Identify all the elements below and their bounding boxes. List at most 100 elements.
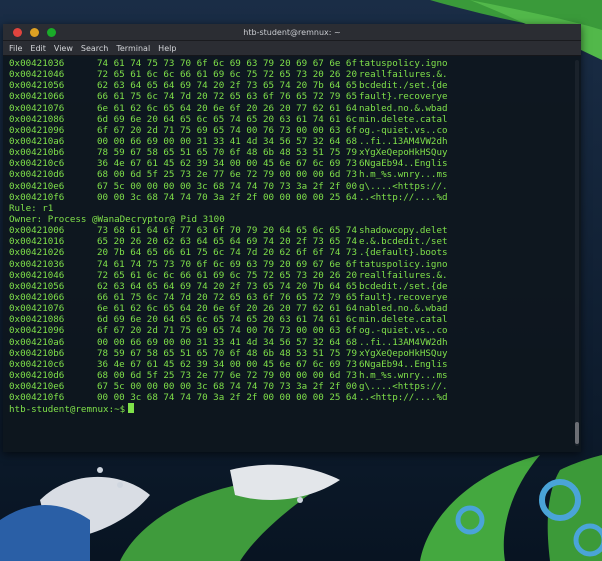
hexdump-hex: 00 00 66 69 00 00 31 33 41 4d 34 56 57 3… (97, 336, 357, 348)
hexdump-ascii: nabled.no.&.wbad (359, 102, 448, 114)
hexdump-ascii: reallfailures.&. (359, 69, 448, 81)
hexdump-addr: 0x00421036 (9, 258, 65, 270)
hexdump-hex: 67 5c 00 00 00 00 3c 68 74 74 70 73 3a 2… (97, 381, 357, 393)
hexdump-addr: 0x00421006 (9, 225, 65, 237)
hexdump-addr: 0x004210e6 (9, 180, 65, 192)
hexdump-row: 0x00421066 66 61 75 6c 74 7d 20 72 65 63 … (9, 91, 581, 102)
hexdump-addr: 0x004210b6 (9, 147, 65, 159)
hexdump-ascii: ..<http://....%d (359, 392, 448, 404)
hexdump-row: 0x00421006 73 68 61 64 6f 77 63 6f 70 79 … (9, 225, 581, 236)
hexdump-hex: 66 61 75 6c 74 7d 20 72 65 63 6f 76 65 7… (97, 291, 357, 303)
yara-owner-line: Owner: Process @WanaDecryptor@ Pid 3100 (9, 213, 225, 225)
terminal-scrollbar[interactable] (575, 60, 579, 446)
menu-help[interactable]: Help (158, 44, 176, 53)
hexdump-addr: 0x00421046 (9, 69, 65, 81)
hexdump-hex: 68 00 6d 5f 25 73 2e 77 6e 72 79 00 00 0… (97, 369, 357, 381)
hexdump-hex: 6f 67 20 2d 71 75 69 65 74 00 76 73 00 0… (97, 124, 357, 136)
hexdump-row: 0x00421096 6f 67 20 2d 71 75 69 65 74 00 … (9, 325, 581, 336)
hexdump-row: 0x00421076 6e 61 62 6c 65 64 20 6e 6f 20 … (9, 103, 581, 114)
hexdump-ascii: g\....<https://. (359, 381, 448, 393)
hexdump-ascii: h.m_%s.wnry...ms (359, 169, 448, 181)
hexdump-row: 0x004210f6 00 00 3c 68 74 74 70 3a 2f 2f … (9, 392, 581, 403)
hexdump-hex: 73 68 61 64 6f 77 63 6f 70 79 20 64 65 6… (97, 225, 357, 237)
hexdump-hex: 67 5c 00 00 00 00 3c 68 74 74 70 73 3a 2… (97, 180, 357, 192)
hexdump-row: 0x004210f6 00 00 3c 68 74 74 70 3a 2f 2f … (9, 192, 581, 203)
hexdump-addr: 0x004210e6 (9, 381, 65, 393)
hexdump-row: 0x004210e6 67 5c 00 00 00 00 3c 68 74 74 … (9, 181, 581, 192)
hexdump-addr: 0x00421036 (9, 58, 65, 69)
hexdump-addr: 0x004210a6 (9, 135, 65, 147)
hexdump-ascii: g\....<https://. (359, 180, 448, 192)
hexdump-row: 0x00421086 6d 69 6e 20 64 65 6c 65 74 65 … (9, 314, 581, 325)
hexdump-hex: 6e 61 62 6c 65 64 20 6e 6f 20 26 20 77 6… (97, 102, 357, 114)
hexdump-row: 0x004210d6 68 00 6d 5f 25 73 2e 77 6e 72 … (9, 370, 581, 381)
hexdump-row: 0x00421066 66 61 75 6c 74 7d 20 72 65 63 … (9, 292, 581, 303)
hexdump-addr: 0x00421076 (9, 102, 65, 114)
hexdump-hex: 66 61 75 6c 74 7d 20 72 65 63 6f 76 65 7… (97, 91, 357, 103)
maximize-window-button[interactable] (47, 28, 56, 37)
hexdump-ascii: og.-quiet.vs..co (359, 124, 448, 136)
hexdump-row: 0x004210c6 36 4e 67 61 45 62 39 34 00 00 … (9, 158, 581, 169)
shell-prompt-line[interactable]: htb-student@remnux:~$ (9, 403, 581, 415)
hexdump-hex: 62 63 64 65 64 69 74 20 2f 73 65 74 20 7… (97, 80, 357, 92)
hexdump-ascii: shadowcopy.delet (359, 225, 448, 237)
hexdump-addr: 0x004210f6 (9, 392, 65, 404)
hexdump-row: 0x00421056 62 63 64 65 64 69 74 20 2f 73 … (9, 281, 581, 292)
hexdump-hex: 65 20 26 20 62 63 64 65 64 69 74 20 2f 7… (97, 236, 357, 248)
hexdump-hex: 72 65 61 6c 6c 66 61 69 6c 75 72 65 73 2… (97, 269, 357, 281)
hexdump-row: 0x004210e6 67 5c 00 00 00 00 3c 68 74 74 … (9, 381, 581, 392)
menu-edit[interactable]: Edit (30, 44, 46, 53)
menu-search[interactable]: Search (81, 44, 108, 53)
terminal-titlebar[interactable]: htb-student@remnux: ~ (3, 24, 581, 41)
hexdump-row: 0x004210b6 78 59 67 58 65 51 65 70 6f 48 … (9, 147, 581, 158)
terminal-window[interactable]: htb-student@remnux: ~ File Edit View Sea… (3, 24, 581, 452)
hexdump-addr: 0x00421056 (9, 280, 65, 292)
hexdump-hex: 6e 61 62 6c 65 64 20 6e 6f 20 26 20 77 6… (97, 303, 357, 315)
hexdump-ascii: og.-quiet.vs..co (359, 325, 448, 337)
hexdump-row: 0x004210b6 78 59 67 58 65 51 65 70 6f 48 … (9, 348, 581, 359)
hexdump-ascii: min.delete.catal (359, 314, 448, 326)
minimize-window-button[interactable] (30, 28, 39, 37)
hexdump-ascii: min.delete.catal (359, 113, 448, 125)
hexdump-row: 0x00421036 74 61 74 75 73 70 6f 6c 69 63 … (9, 259, 581, 270)
text-cursor (128, 403, 135, 414)
hexdump-addr: 0x00421086 (9, 113, 65, 125)
hexdump-addr: 0x004210c6 (9, 358, 65, 370)
hexdump-row: 0x00421086 6d 69 6e 20 64 65 6c 65 74 65 … (9, 114, 581, 125)
hexdump-addr: 0x004210d6 (9, 169, 65, 181)
menu-view[interactable]: View (54, 44, 73, 53)
hexdump-ascii: bcdedit./set.{de (359, 280, 448, 292)
hexdump-hex: 6d 69 6e 20 64 65 6c 65 74 65 20 63 61 7… (97, 314, 357, 326)
hexdump-addr: 0x00421016 (9, 236, 65, 248)
hexdump-row: 0x004210c6 36 4e 67 61 45 62 39 34 00 00 … (9, 359, 581, 370)
hexdump-row: 0x00421026 20 7b 64 65 66 61 75 6c 74 7d … (9, 247, 581, 258)
hexdump-ascii: ..fi..13AM4VW2dh (359, 336, 448, 348)
terminal-output[interactable]: 0x00421036 74 61 74 75 73 70 6f 6c 69 63 … (3, 56, 581, 450)
yara-rule-line: Rule: r1 (9, 202, 54, 214)
hexdump-hex: 00 00 66 69 00 00 31 33 41 4d 34 56 57 3… (97, 135, 357, 147)
menu-file[interactable]: File (9, 44, 22, 53)
hexdump-addr: 0x00421096 (9, 325, 65, 337)
hexdump-ascii: fault}.recoverye (359, 91, 448, 103)
scrollbar-thumb[interactable] (575, 422, 579, 444)
hexdump-addr: 0x00421026 (9, 247, 65, 259)
hexdump-hex: 74 61 74 75 73 70 6f 6c 69 63 79 20 69 6… (97, 58, 357, 69)
hexdump-row: 0x00421046 72 65 61 6c 6c 66 61 69 6c 75 … (9, 69, 581, 80)
hexdump-ascii: nabled.no.&.wbad (359, 303, 448, 315)
hexdump-hex: 78 59 67 58 65 51 65 70 6f 48 6b 48 53 5… (97, 147, 357, 159)
hexdump-addr: 0x00421096 (9, 124, 65, 136)
hexdump-hex: 68 00 6d 5f 25 73 2e 77 6e 72 79 00 00 0… (97, 169, 357, 181)
hexdump-ascii: xYgXeQepoHkHSQuy (359, 147, 448, 159)
hexdump-ascii: tatuspolicy.igno (359, 258, 448, 270)
hexdump-row: 0x00421056 62 63 64 65 64 69 74 20 2f 73 … (9, 80, 581, 91)
hexdump-ascii: reallfailures.&. (359, 269, 448, 281)
hexdump-hex: 78 59 67 58 65 51 65 70 6f 48 6b 48 53 5… (97, 347, 357, 359)
hexdump-ascii: 6NgaEb94..Englis (359, 158, 448, 170)
hexdump-ascii: 6NgaEb94..Englis (359, 358, 448, 370)
close-window-button[interactable] (13, 28, 22, 37)
hexdump-hex: 6d 69 6e 20 64 65 6c 65 74 65 20 63 61 7… (97, 113, 357, 125)
hexdump-addr: 0x00421086 (9, 314, 65, 326)
hexdump-addr: 0x00421076 (9, 303, 65, 315)
hexdump-hex: 62 63 64 65 64 69 74 20 2f 73 65 74 20 7… (97, 280, 357, 292)
menu-terminal[interactable]: Terminal (116, 44, 150, 53)
